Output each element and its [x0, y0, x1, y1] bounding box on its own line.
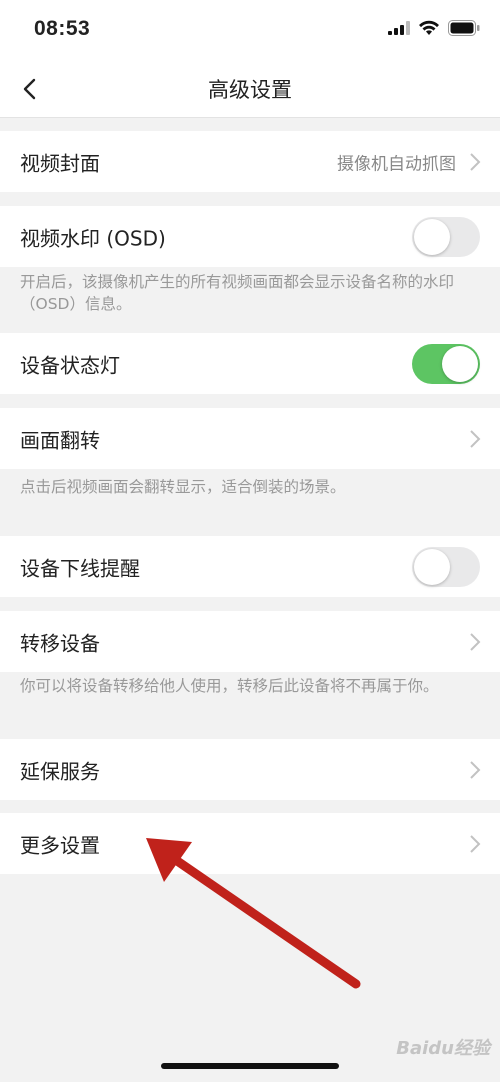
video-watermark-toggle[interactable] — [412, 216, 480, 257]
image-flip-note: 点击后视频画面会翻转显示，适合倒装的场景。 — [20, 478, 346, 496]
transfer-device-row[interactable]: 转移设备 — [0, 611, 500, 672]
status-time: 08:53 — [34, 17, 91, 40]
warranty-service-label: 延保服务 — [20, 759, 100, 783]
video-watermark-note: 开启后，该摄像机产生的所有视频画面都会显示设备名称的水印（OSD）信息。 — [20, 273, 455, 313]
video-cover-row[interactable]: 视频封面 摄像机自动抓图 — [0, 131, 500, 192]
page-title: 高级设置 — [208, 78, 292, 102]
status-light-toggle[interactable] — [412, 343, 480, 384]
video-cover-label: 视频封面 — [20, 151, 100, 175]
status-light-label: 设备状态灯 — [20, 353, 120, 377]
chevron-right-icon — [470, 760, 481, 779]
chevron-right-icon — [470, 632, 481, 651]
baidu-watermark-logo: Baidu经验 — [396, 1038, 490, 1059]
offline-alert-label: 设备下线提醒 — [20, 556, 140, 580]
status-icons — [388, 20, 480, 36]
video-watermark-row: 视频水印 (OSD) — [0, 206, 500, 267]
offline-alert-row: 设备下线提醒 — [0, 536, 500, 597]
image-flip-label: 画面翻转 — [20, 428, 100, 452]
transfer-device-label: 转移设备 — [20, 631, 100, 655]
transfer-device-note: 你可以将设备转移给他人使用，转移后此设备将不再属于你。 — [20, 677, 439, 695]
more-settings-row[interactable]: 更多设置 — [0, 813, 500, 874]
cellular-signal-icon — [388, 21, 410, 35]
video-cover-value: 摄像机自动抓图 — [337, 154, 456, 174]
image-flip-row[interactable]: 画面翻转 — [0, 408, 500, 469]
wifi-icon — [419, 20, 439, 35]
offline-alert-toggle[interactable] — [412, 546, 480, 587]
navigation-bar: 高级设置 — [0, 62, 500, 118]
more-settings-label: 更多设置 — [20, 833, 100, 857]
chevron-right-icon — [470, 152, 481, 171]
battery-icon — [448, 20, 480, 36]
status-bar: 08:53 — [0, 0, 500, 62]
chevron-right-icon — [470, 429, 481, 448]
video-watermark-label: 视频水印 (OSD) — [20, 226, 166, 250]
chevron-right-icon — [470, 834, 481, 853]
status-light-row: 设备状态灯 — [0, 333, 500, 394]
home-indicator[interactable] — [161, 1063, 339, 1069]
warranty-service-row[interactable]: 延保服务 — [0, 739, 500, 800]
